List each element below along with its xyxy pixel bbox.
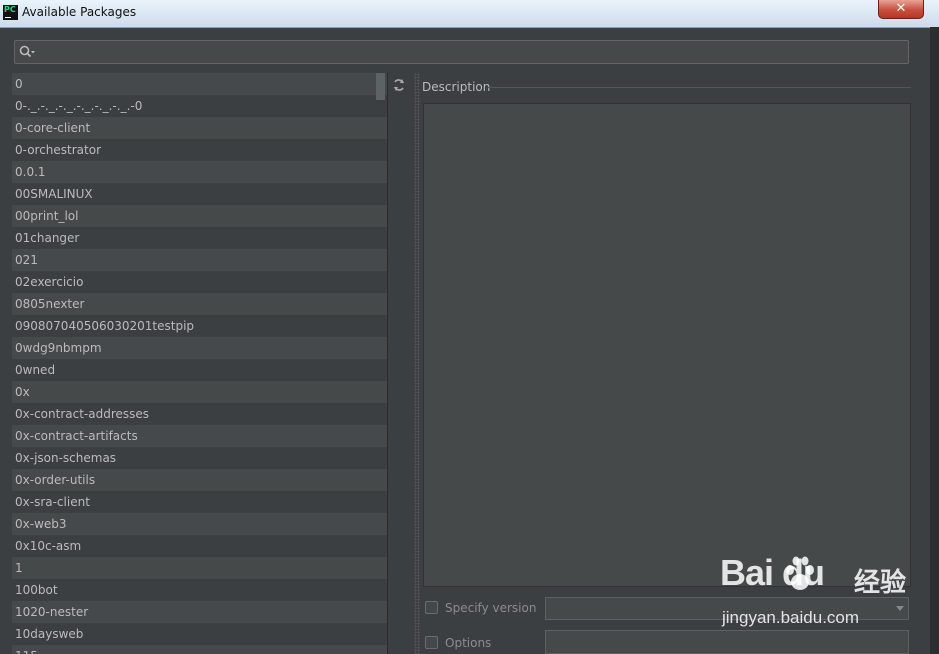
- package-row[interactable]: 0x-contract-addresses: [12, 403, 387, 425]
- package-row[interactable]: 0wned: [12, 359, 387, 381]
- options-input[interactable]: [545, 630, 909, 654]
- specify-version-label: Specify version: [445, 601, 537, 615]
- package-list-scrollbar[interactable]: [376, 73, 385, 100]
- package-row[interactable]: 0-._.-._.-._.-._.-._.-._.-0: [12, 95, 387, 117]
- package-row[interactable]: 0x-order-utils: [12, 469, 387, 491]
- package-row[interactable]: 090807040506030201testpip: [12, 315, 387, 337]
- package-row[interactable]: 0x-web3: [12, 513, 387, 535]
- description-separator: [488, 87, 911, 88]
- package-row[interactable]: 0x-contract-artifacts: [12, 425, 387, 447]
- package-row[interactable]: 0: [12, 73, 387, 95]
- package-row[interactable]: 0x: [12, 381, 387, 403]
- package-row[interactable]: 0x10c-asm: [12, 535, 387, 557]
- specify-version-checkbox[interactable]: [425, 601, 438, 614]
- package-row[interactable]: 021: [12, 249, 387, 271]
- package-row[interactable]: 00SMALINUX: [12, 183, 387, 205]
- package-row[interactable]: 01changer: [12, 227, 387, 249]
- package-row[interactable]: 10daysweb: [12, 623, 387, 645]
- panel-splitter[interactable]: [414, 73, 420, 654]
- window-right-edge: [930, 27, 939, 654]
- package-row[interactable]: 0-orchestrator: [12, 139, 387, 161]
- package-row[interactable]: 0805nexter: [12, 293, 387, 315]
- package-row[interactable]: 0.0.1: [12, 161, 387, 183]
- pycharm-app-icon: PC: [3, 5, 18, 20]
- package-row[interactable]: 02exercicio: [12, 271, 387, 293]
- options-checkbox[interactable]: [425, 636, 438, 649]
- close-button[interactable]: ✕: [878, 0, 924, 19]
- title-bar: PC Available Packages ✕: [0, 0, 939, 28]
- package-row[interactable]: 0-core-client: [12, 117, 387, 139]
- search-icon[interactable]: [19, 45, 35, 59]
- package-row[interactable]: 0wdg9nbmpm: [12, 337, 387, 359]
- package-row[interactable]: 0x-sra-client: [12, 491, 387, 513]
- package-row[interactable]: 00print_lol: [12, 205, 387, 227]
- chevron-down-icon: [896, 606, 904, 611]
- window-title: Available Packages: [22, 5, 137, 19]
- package-row[interactable]: 0x-json-schemas: [12, 447, 387, 469]
- version-select[interactable]: [545, 597, 909, 620]
- list-toolbar: [387, 73, 414, 654]
- package-row[interactable]: 115: [12, 645, 387, 654]
- package-row[interactable]: 1: [12, 557, 387, 579]
- package-row[interactable]: 100bot: [12, 579, 387, 601]
- package-row[interactable]: 1020-nester: [12, 601, 387, 623]
- package-list[interactable]: 0 0-._.-._.-._.-._.-._.-._.-0 0-core-clien…: [12, 73, 387, 654]
- description-label: Description: [422, 80, 491, 94]
- refresh-icon[interactable]: [392, 78, 406, 92]
- options-label: Options: [445, 636, 492, 650]
- description-area: [423, 103, 911, 587]
- search-input[interactable]: [14, 40, 909, 64]
